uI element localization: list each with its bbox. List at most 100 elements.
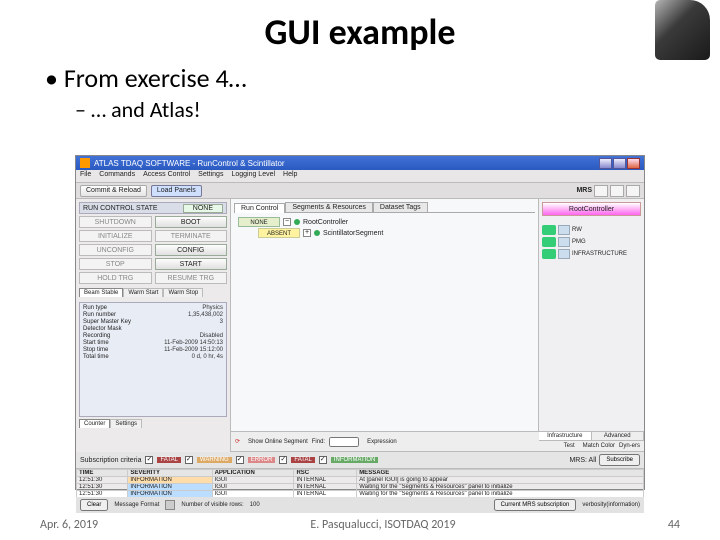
col-time[interactable]: TIME xyxy=(77,470,128,477)
commit-reload-button[interactable]: Commit & Reload xyxy=(80,185,147,197)
tree-state: ABSENT xyxy=(258,228,300,238)
menu-access[interactable]: Access Control xyxy=(143,171,190,181)
btn-stop[interactable]: STOP xyxy=(79,258,152,270)
tree-label: ScintillatorSegment xyxy=(323,230,383,237)
show-online-label: Show Online Segment xyxy=(248,439,308,445)
col-rsc[interactable]: RSC xyxy=(294,470,357,477)
tab-warmstart[interactable]: Warm Start xyxy=(123,288,163,297)
param-v: 11-Feb-2009 15:12:00 xyxy=(164,347,223,353)
toolbar: Commit & Reload Load Panels MRS xyxy=(76,183,644,199)
tree-collapse-icon[interactable]: − xyxy=(283,218,291,226)
close-button[interactable] xyxy=(627,158,640,169)
tab-counter[interactable]: Counter xyxy=(79,419,110,428)
btn-resumetrg[interactable]: RESUME TRG xyxy=(155,272,228,284)
dyners-button[interactable]: Dyn-ers xyxy=(619,443,640,449)
sev-fatal2: FATAL xyxy=(291,457,314,463)
sev-warning-checkbox[interactable] xyxy=(185,456,193,464)
param-k: Stop time xyxy=(83,347,108,353)
param-v: 0 d, 0 hr, 4s xyxy=(192,354,223,360)
menu-commands[interactable]: Commands xyxy=(99,171,135,181)
right-item-pmg[interactable]: PMG xyxy=(542,237,641,247)
slide-title: GUI example xyxy=(0,0,720,54)
right-label: INFRASTRUCTURE xyxy=(572,251,627,257)
format-swatch[interactable] xyxy=(165,500,175,510)
btn-initialize[interactable]: INITIALIZE xyxy=(79,230,152,242)
test-button[interactable]: Test xyxy=(564,443,575,449)
message-table: TIME SEVERITY APPLICATION RSC MESSAGE 12… xyxy=(76,469,644,497)
rosetta-stone-image xyxy=(655,0,710,60)
menu-file[interactable]: File xyxy=(80,171,91,181)
btn-terminate[interactable]: TERMINATE xyxy=(155,230,228,242)
mid-footer: ⟳ Show Online Segment Find: Expression xyxy=(231,431,539,452)
refresh-icon[interactable]: ⟳ xyxy=(235,438,240,445)
component-icon xyxy=(542,225,556,235)
col-app[interactable]: APPLICATION xyxy=(212,470,294,477)
footer-date: Apr. 6, 2019 xyxy=(40,518,98,532)
minimize-button[interactable] xyxy=(599,158,612,169)
current-mrs-button[interactable]: Current MRS subscription xyxy=(494,499,577,511)
subscription-label: Subscription criteria xyxy=(80,457,141,464)
sev-error: ERROR xyxy=(248,457,276,463)
left-panel: RUN CONTROL STATE NONE SHUTDOWNBOOT INIT… xyxy=(76,199,231,431)
btn-unconfig[interactable]: UNCONFIG xyxy=(79,244,152,256)
mrs-expression: verbosity(information) xyxy=(582,502,640,508)
sev-info-checkbox[interactable] xyxy=(319,456,327,464)
toolbar-icon-3[interactable] xyxy=(626,185,640,197)
tree-row-root[interactable]: NONE − RootController xyxy=(234,217,535,227)
param-k: Run number xyxy=(83,312,116,318)
param-v: 3 xyxy=(220,319,223,325)
toolbar-icon-1[interactable] xyxy=(594,185,608,197)
app-icon xyxy=(80,158,90,168)
table-row[interactable]: 12:51:30INFORMATIONIGUIINTERNALAt [panel… xyxy=(77,477,644,484)
right-item-rw[interactable]: RW xyxy=(542,225,641,235)
tree-expand-icon[interactable]: + xyxy=(303,229,311,237)
footer-author: E. Pasqualucci, ISOTDAQ 2019 xyxy=(310,518,455,532)
param-k: Run type xyxy=(83,305,107,311)
btn-config[interactable]: CONFIG xyxy=(155,244,228,256)
run-params: Run typePhysics Run number1,35,438,002 S… xyxy=(79,302,227,417)
root-controller-box[interactable]: RootController xyxy=(542,202,641,216)
tab-beamstable[interactable]: Beam Stable xyxy=(79,288,123,297)
tab-advanced[interactable]: Advanced xyxy=(592,432,645,440)
menu-logging[interactable]: Logging Level xyxy=(231,171,275,181)
sev-fatal-checkbox[interactable] xyxy=(145,456,153,464)
tab-segments[interactable]: Segments & Resources xyxy=(285,202,373,212)
clear-button[interactable]: Clear xyxy=(80,499,108,511)
right-item-infra[interactable]: INFRASTRUCTURE xyxy=(542,249,641,259)
maximize-button[interactable] xyxy=(613,158,626,169)
tab-infrastructure[interactable]: Infrastructure xyxy=(539,432,592,440)
tab-warmstop[interactable]: Warm Stop xyxy=(163,288,203,297)
load-panels-button[interactable]: Load Panels xyxy=(151,185,202,197)
toolbar-icon-2[interactable] xyxy=(610,185,624,197)
tab-runcontrol[interactable]: Run Control xyxy=(234,203,285,213)
rcs-state: NONE xyxy=(183,204,223,213)
tab-settings[interactable]: Settings xyxy=(110,419,142,428)
btn-holdtrg[interactable]: HOLD TRG xyxy=(79,272,152,284)
chip-icon xyxy=(558,249,570,259)
col-severity[interactable]: SEVERITY xyxy=(128,470,212,477)
sev-fatal2-checkbox[interactable] xyxy=(279,456,287,464)
right-panel: RootController RW PMG INFRASTRUCTURE xyxy=(539,199,644,431)
tab-dataset[interactable]: Dataset Tags xyxy=(373,202,428,212)
mrs-all-label: MRS: All xyxy=(569,457,596,464)
sev-fatal: FATAL xyxy=(157,457,180,463)
chip-icon xyxy=(558,225,570,235)
param-v: Disabled xyxy=(200,333,223,339)
menu-settings[interactable]: Settings xyxy=(198,171,223,181)
tree-row-segment[interactable]: ABSENT + ScintillatorSegment xyxy=(234,228,535,238)
message-format-label[interactable]: Message Format xyxy=(114,502,159,508)
table-row[interactable]: 12:51:30INFORMATIONIGUIINTERNALWaiting f… xyxy=(77,484,644,491)
subscribe-button[interactable]: Subscribe xyxy=(599,454,640,466)
match-color-label: Match Color xyxy=(583,443,615,449)
col-msg[interactable]: MESSAGE xyxy=(357,470,644,477)
menu-help[interactable]: Help xyxy=(283,171,297,181)
btn-start[interactable]: START xyxy=(155,258,228,270)
param-k: Total time xyxy=(83,354,109,360)
sev-error-checkbox[interactable] xyxy=(236,456,244,464)
window-titlebar: ATLAS TDAQ SOFTWARE - RunControl & Scint… xyxy=(76,156,644,170)
find-input[interactable] xyxy=(329,437,359,447)
bullet-2: … and Atlas! xyxy=(75,96,720,123)
param-v: Physics xyxy=(202,305,223,311)
btn-shutdown[interactable]: SHUTDOWN xyxy=(79,216,152,228)
btn-boot[interactable]: BOOT xyxy=(155,216,228,228)
